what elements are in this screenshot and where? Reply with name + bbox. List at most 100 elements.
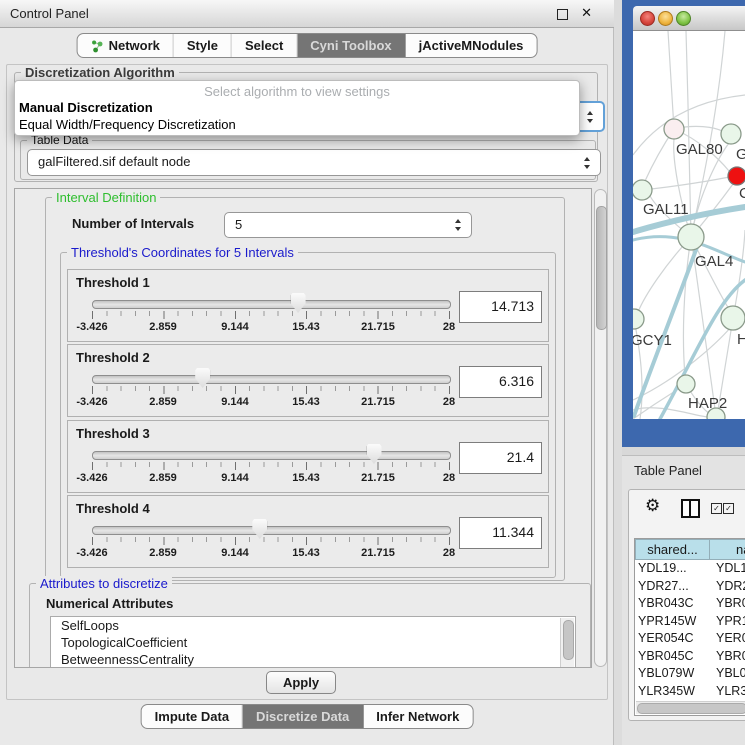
settings-panel-scrollbar[interactable]: [594, 189, 607, 667]
apply-button[interactable]: Apply: [266, 671, 336, 694]
float-window-icon[interactable]: [557, 9, 568, 20]
node-label: GAL80: [676, 141, 723, 158]
threshold-1-label: Threshold 1: [76, 275, 150, 290]
column-header-name[interactable]: na: [710, 539, 745, 560]
tab-style[interactable]: Style: [174, 34, 232, 57]
threshold-4-value-field[interactable]: 11.344: [459, 517, 542, 549]
threshold-1-panel: Threshold 1 -3.426 2.859 9.144 15.43 21.…: [67, 269, 549, 342]
table-panel-body: ⚙ ✓ ✓ shared... na YDL19... YDL1 YDR27..…: [628, 489, 745, 721]
network-canvas[interactable]: GAL80 GA C GAL11 GAL4 GCY1 H HAP2: [633, 31, 745, 419]
table-data-combobox[interactable]: galFiltered.sif default node: [27, 149, 601, 176]
threshold-3-panel: Threshold 3 -3.426 2.859 9.144 15.43 21.…: [67, 420, 549, 493]
threshold-3-label: Threshold 3: [76, 426, 150, 441]
dropdown-option-manual[interactable]: Manual Discretization: [15, 99, 579, 116]
cell[interactable]: YBR043C: [635, 595, 710, 613]
node-h[interactable]: [721, 306, 745, 330]
thresholds-group-label: Threshold's Coordinates for 5 Intervals: [67, 245, 298, 260]
scale-label: 9.144: [221, 321, 249, 333]
tab-cyni-toolbox-label: Cyni Toolbox: [310, 38, 391, 53]
scale-label: -3.426: [76, 396, 107, 408]
table-row[interactable]: YDR27... YDR2: [635, 578, 745, 596]
node-gal11[interactable]: [633, 180, 652, 200]
threshold-1-value-field[interactable]: 14.713: [459, 291, 542, 323]
table-row[interactable]: YDL19... YDL1: [635, 560, 745, 578]
table-row[interactable]: YLR345W YLR3: [635, 683, 745, 701]
control-panel-titlebar[interactable]: Control Panel ✕: [0, 0, 614, 28]
threshold-3-value-field[interactable]: 21.4: [459, 442, 542, 474]
threshold-3-slider-track[interactable]: [92, 451, 451, 460]
attributes-group: Attributes to discretize Numerical Attri…: [29, 583, 591, 668]
cell[interactable]: YBR045C: [635, 648, 710, 666]
cell[interactable]: YPR145W: [635, 613, 710, 631]
cell[interactable]: YDR27...: [635, 578, 710, 596]
close-icon[interactable]: ✕: [581, 5, 592, 21]
cell[interactable]: YBR0: [710, 595, 745, 613]
node-gcy1[interactable]: [633, 309, 644, 329]
table-panel-title: Table Panel: [634, 463, 702, 478]
tab-cyni-toolbox[interactable]: Cyni Toolbox: [297, 34, 405, 57]
cell[interactable]: YBL079W: [635, 665, 710, 683]
cell[interactable]: YBR0: [710, 648, 745, 666]
table-horizontal-scrollbar[interactable]: [636, 701, 745, 714]
zoom-traffic-light[interactable]: [676, 11, 691, 26]
tab-infer-network[interactable]: Infer Network: [363, 705, 472, 728]
cell[interactable]: YER054C: [635, 630, 710, 648]
list-scrollbar[interactable]: [560, 618, 574, 668]
cell[interactable]: YDR2: [710, 578, 745, 596]
node-ga[interactable]: [721, 124, 741, 144]
node-selected-red[interactable]: [728, 167, 745, 185]
threshold-2-slider-track[interactable]: [92, 375, 451, 384]
minimize-traffic-light[interactable]: [658, 11, 673, 26]
table-row[interactable]: YPR145W YPR1: [635, 613, 745, 631]
cell[interactable]: YBL0: [710, 665, 745, 683]
close-traffic-light[interactable]: [640, 11, 655, 26]
node-gal4[interactable]: [678, 224, 704, 250]
list-item[interactable]: BetweennessCentrality: [51, 651, 575, 668]
column-header-shared-name[interactable]: shared...: [635, 539, 710, 560]
tab-discretize-data[interactable]: Discretize Data: [243, 705, 363, 728]
tab-jactivemnodules[interactable]: jActiveMNodules: [406, 34, 537, 57]
table-row[interactable]: YBR045C YBR0: [635, 648, 745, 666]
scale-label: 28: [443, 472, 455, 484]
cell[interactable]: YER0: [710, 630, 745, 648]
dropdown-option-equal-width[interactable]: Equal Width/Frequency Discretization: [15, 116, 579, 133]
scale-label: 2.859: [149, 396, 177, 408]
scale-label: 9.144: [221, 472, 249, 484]
table-row[interactable]: YBR043C YBR0: [635, 595, 745, 613]
table-row[interactable]: YBL079W YBL0: [635, 665, 745, 683]
tab-network[interactable]: Network: [78, 34, 174, 57]
threshold-3-slider-thumb[interactable]: [367, 444, 382, 464]
scale-label: 28: [443, 321, 455, 333]
gear-icon[interactable]: ⚙: [645, 496, 660, 516]
cell[interactable]: YLR345W: [635, 683, 710, 701]
node-hap2[interactable]: [677, 375, 695, 393]
cell[interactable]: YPR1: [710, 613, 745, 631]
node-label: GAL4: [695, 253, 733, 270]
number-of-intervals-spinner[interactable]: 5: [224, 212, 472, 238]
threshold-4-panel: Threshold 4 -3.426 2.859 9.144 15.43 21.…: [67, 495, 549, 568]
network-view-window[interactable]: GAL80 GA C GAL11 GAL4 GCY1 H HAP2: [622, 0, 745, 447]
tab-select[interactable]: Select: [232, 34, 297, 57]
list-item[interactable]: SelfLoops: [51, 617, 575, 634]
threshold-2-panel: Threshold 2 -3.426 2.859 9.144 15.43 21.…: [67, 344, 549, 417]
cell[interactable]: YLR3: [710, 683, 745, 701]
checkbox-icon[interactable]: ✓: [711, 503, 722, 514]
tab-impute-data[interactable]: Impute Data: [142, 705, 243, 728]
threshold-1-slider-track[interactable]: [92, 300, 451, 309]
checkbox-icon[interactable]: ✓: [723, 503, 734, 514]
tab-jactivemnodules-label: jActiveMNodules: [419, 38, 524, 53]
threshold-2-value-field[interactable]: 6.316: [459, 366, 542, 398]
node-gal80[interactable]: [664, 119, 684, 139]
cell[interactable]: YDL19...: [635, 560, 710, 578]
cell[interactable]: YDL1: [710, 560, 745, 578]
network-window-titlebar[interactable]: [633, 6, 745, 31]
table-row[interactable]: YER054C YER0: [635, 630, 745, 648]
list-item[interactable]: TopologicalCoefficient: [51, 634, 575, 651]
settings-panel-scrollbar-thumb[interactable]: [596, 206, 607, 330]
threshold-1-slider-thumb[interactable]: [291, 293, 306, 313]
threshold-4-slider-track[interactable]: [92, 526, 451, 535]
threshold-2-slider-thumb[interactable]: [195, 368, 210, 388]
column-layout-icon[interactable]: [681, 499, 700, 518]
threshold-4-slider-thumb[interactable]: [252, 519, 267, 539]
table-horizontal-scrollbar-thumb[interactable]: [637, 703, 745, 714]
